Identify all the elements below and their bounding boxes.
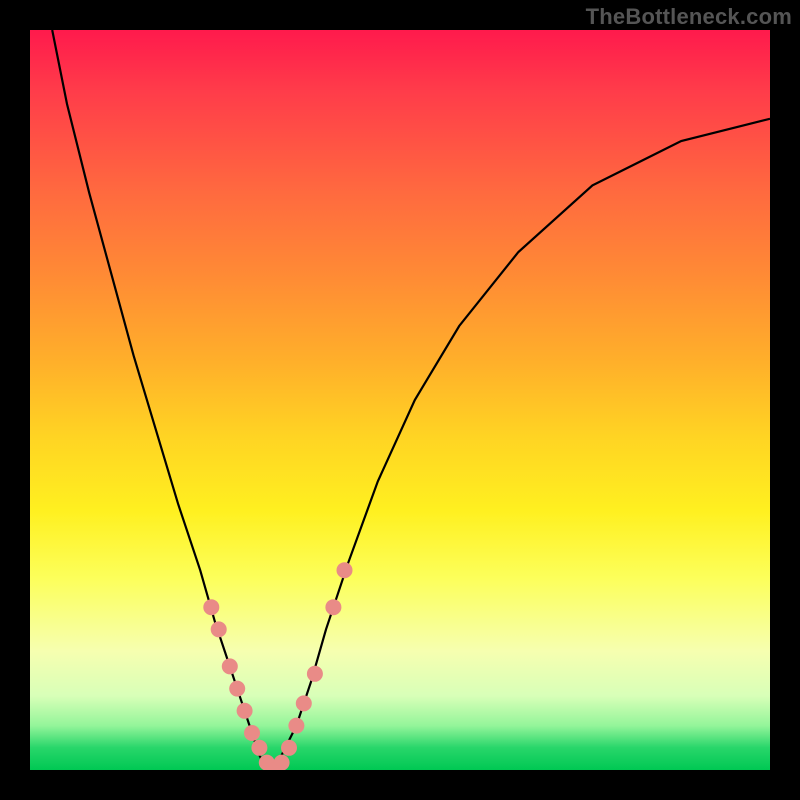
chart-stage: TheBottleneck.com (0, 0, 800, 800)
attribution-watermark: TheBottleneck.com (586, 4, 792, 30)
plot-area (30, 30, 770, 770)
heat-gradient-background (30, 30, 770, 770)
